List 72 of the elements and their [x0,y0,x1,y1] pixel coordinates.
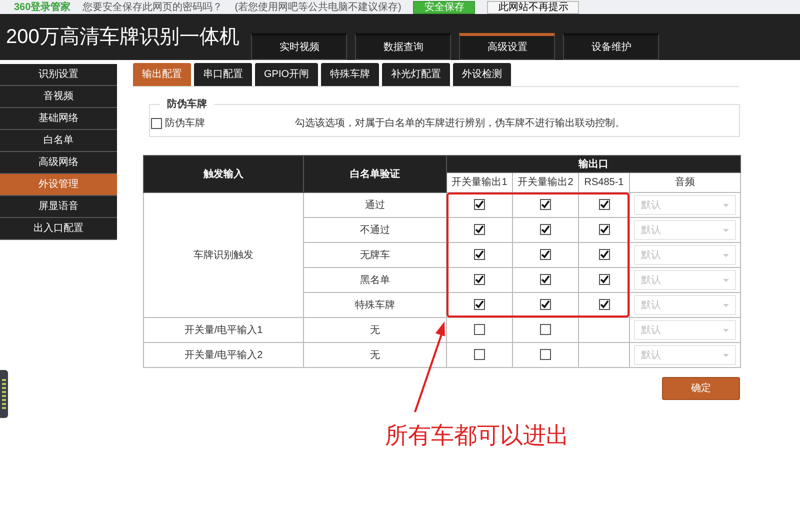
checkbox[interactable] [540,299,551,310]
prompt-button[interactable]: 此网站不再提示 [487,0,580,14]
nav-tab[interactable]: 高级设置 [459,33,556,60]
sub-tab[interactable]: 特殊车牌 [321,63,380,86]
checkbox[interactable] [540,324,551,336]
table-cell: 开关量/电平输入2 [144,342,304,368]
column-header: 音频 [630,172,740,192]
column-header: 触发输入 [144,156,304,192]
prompt-hint: (若您使用网吧等公共电脑不建议保存) [234,0,402,14]
checkbox[interactable] [474,324,485,336]
sidebar-item[interactable]: 高级网络 [0,152,117,174]
checkbox-label: 防伪车牌 [164,116,205,131]
checkbox[interactable] [598,274,610,286]
checkbox[interactable] [540,274,551,286]
checkbox[interactable] [474,274,485,286]
column-header: 开关量输出1 [446,172,512,192]
checkbox[interactable] [474,349,485,360]
caret-icon [723,278,729,282]
table-cell: 开关量/电平输入1 [144,318,304,342]
caret-icon [723,354,729,356]
prompt-message: 您要安全保存此网页的密码吗？ [82,0,223,14]
sidebar-item[interactable]: 白名单 [0,130,117,152]
annotation-text: 所有车都可以进出 [385,421,569,450]
checkbox[interactable] [540,349,551,360]
sidebar-item[interactable]: 基础网络 [0,108,117,130]
sidebar-item[interactable]: 出入口配置 [0,218,117,240]
caret-icon [723,328,729,332]
brand-label: 360登录管家 [14,0,71,14]
confirm-button[interactable]: 确定 [662,377,740,400]
caret-icon [723,204,729,206]
sidebar-item[interactable]: 识别设置 [0,64,117,86]
table-cell: 无 [304,342,446,368]
description-text: 勾选该选项，对属于白名单的车牌进行辨别，伪车牌不进行输出联动控制。 [294,116,625,131]
sub-tab[interactable]: 外设检测 [453,63,512,86]
checkbox[interactable] [598,249,610,260]
sidebar-item[interactable]: 屏显语音 [0,196,117,218]
column-header: 输出口 [446,156,740,172]
checkbox[interactable] [540,224,551,236]
column-header: 开关量输出2 [512,172,578,192]
table-cell: 不通过 [304,218,446,242]
sub-tab[interactable]: 输出配置 [133,63,191,86]
checkbox[interactable] [151,118,162,129]
caret-icon [723,304,729,306]
caret-icon [723,254,729,256]
nav-tab[interactable]: 数据查询 [355,33,452,60]
nav-tab[interactable]: 实时视频 [251,33,348,60]
checkbox[interactable] [540,199,551,210]
column-header: RS485-1 [578,172,630,192]
checkbox[interactable] [598,299,610,310]
sub-tab[interactable]: GPIO开闸 [255,63,318,86]
sub-tab[interactable]: 串口配置 [194,63,252,86]
checkbox[interactable] [540,249,551,260]
checkbox[interactable] [474,299,485,310]
table-cell: 车牌识别触发 [144,192,304,318]
sidebar-item[interactable]: 外设管理 [0,174,117,196]
checkbox[interactable] [474,224,485,236]
caret-icon [723,228,729,232]
table-cell: 无牌车 [304,242,446,268]
table-cell: 黑名单 [304,268,446,292]
level-meter-icon [0,370,8,418]
checkbox[interactable] [598,199,610,210]
column-header: 白名单验证 [304,156,446,192]
app-title: 200万高清车牌识别一体机 [6,25,240,50]
checkbox[interactable] [474,199,485,210]
fieldset-legend: 防伪车牌 [160,97,214,112]
sidebar-item[interactable]: 音视频 [0,86,117,108]
checkbox[interactable] [598,224,610,236]
table-cell: 通过 [304,192,446,218]
checkbox[interactable] [474,249,485,260]
nav-tab[interactable]: 设备维护 [563,33,660,60]
table-cell: 特殊车牌 [304,292,446,318]
sub-tab[interactable]: 补光灯配置 [382,63,450,86]
